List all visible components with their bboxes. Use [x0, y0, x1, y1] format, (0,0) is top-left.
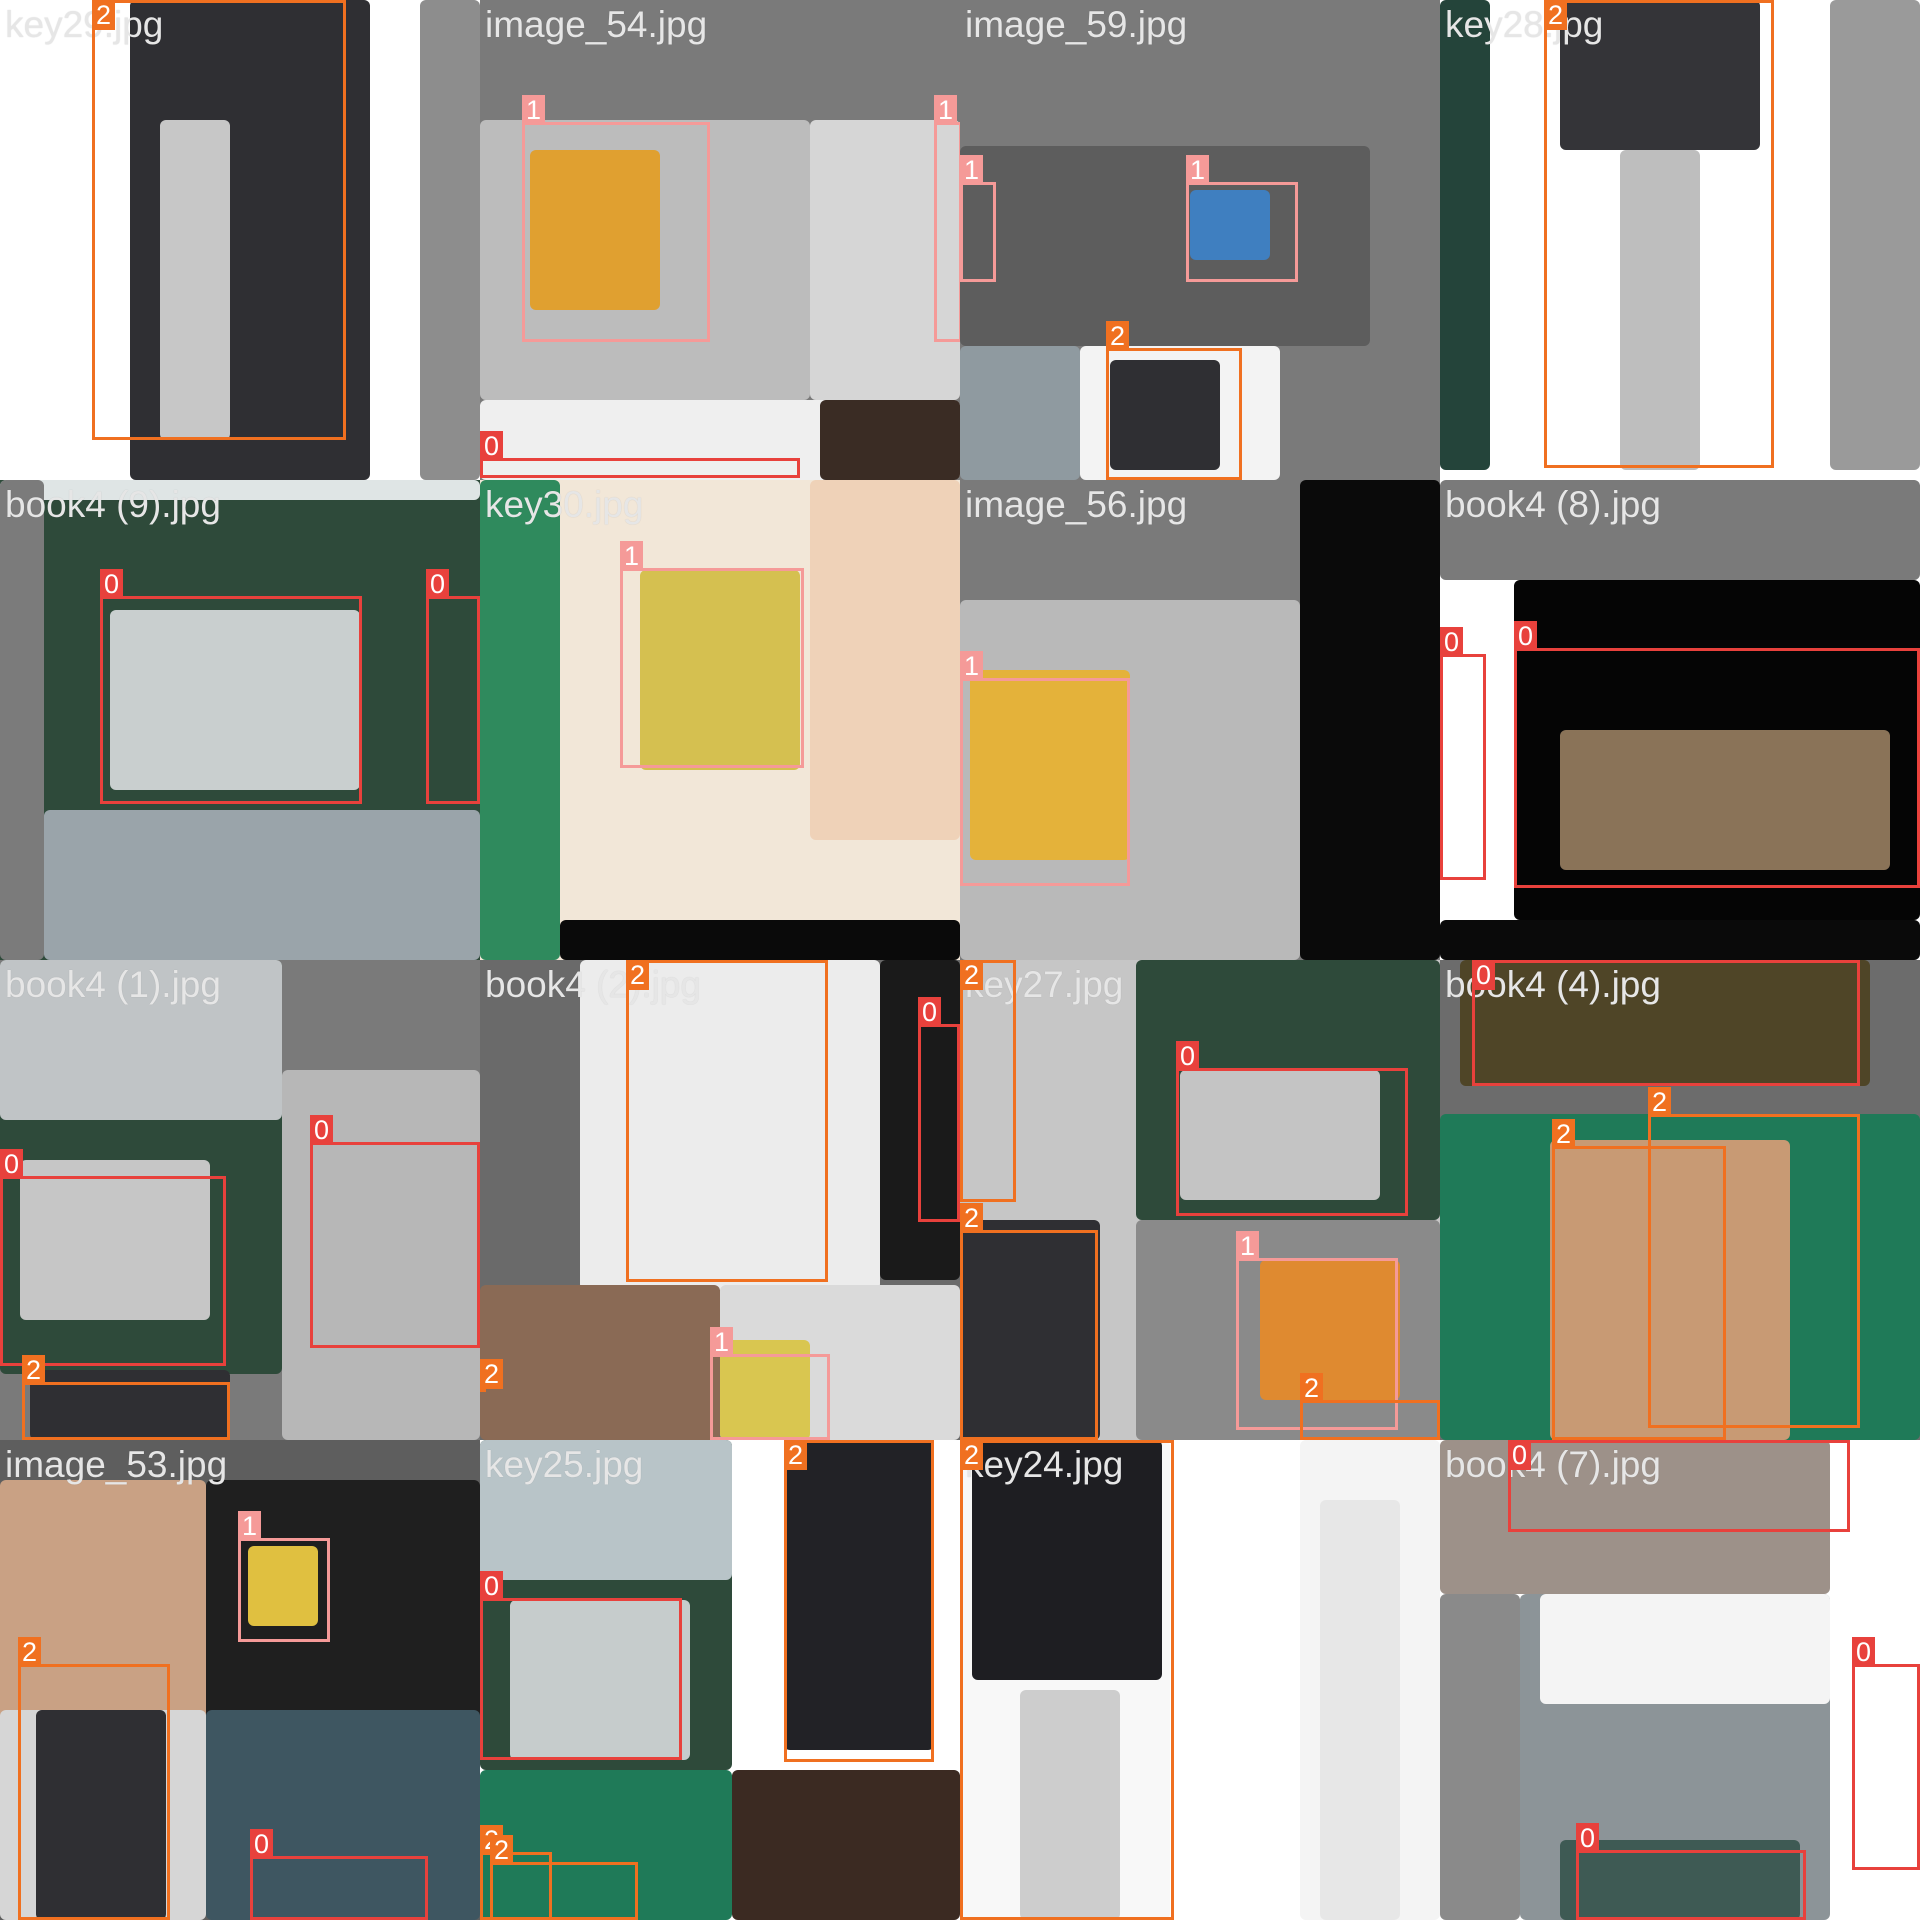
photo-region	[960, 146, 1370, 346]
mosaic-tile: book4 (7).jpg 0 0 0	[1440, 1440, 1920, 1920]
photo-region	[1020, 1690, 1120, 1920]
photo-region	[510, 1600, 690, 1760]
photo-region	[970, 670, 1130, 860]
photo-region	[810, 120, 960, 400]
tile-photo	[960, 480, 1440, 960]
mosaic-tile: key29.jpg 2	[0, 0, 480, 480]
photo-region	[1300, 480, 1440, 960]
tile-filename: book4 (1).jpg	[5, 964, 221, 1005]
photo-region	[1550, 1140, 1790, 1440]
photo-region	[1190, 190, 1270, 260]
mosaic-tile: book4 (4).jpg 0 2 2	[1440, 960, 1920, 1440]
photo-region	[480, 1285, 720, 1440]
tile-photo	[480, 0, 960, 480]
photo-region	[110, 610, 360, 790]
mosaic-tile: key28.jpg 2	[1440, 0, 1920, 480]
tile-filename: book4 (4).jpg	[1445, 964, 1661, 1005]
tile-filename: book4 (9).jpg	[5, 484, 221, 525]
photo-region	[784, 1440, 934, 1750]
mosaic-tile: book4 (1).jpg 0 0 2	[0, 960, 480, 1440]
photo-region	[1260, 1260, 1400, 1400]
photo-region	[810, 480, 960, 840]
tile-photo	[1440, 0, 1920, 480]
tile-photo	[1440, 960, 1920, 1440]
photo-region	[1540, 1594, 1830, 1704]
photo-region	[1440, 920, 1920, 960]
mosaic-tile: key27.jpg 2 0 2 1 2	[960, 960, 1440, 1440]
tile-filename: key25.jpg	[485, 1444, 644, 1485]
tile-filename: book4 (7).jpg	[1445, 1444, 1661, 1485]
tile-filename: book4 (2).jpg	[485, 964, 701, 1005]
mosaic-tile: key30.jpg 1	[480, 480, 960, 960]
photo-region	[1110, 360, 1220, 470]
photo-region	[206, 1480, 480, 1730]
photo-region	[1440, 0, 1490, 470]
tile-photo	[1440, 1440, 1920, 1920]
mosaic-tile: book4 (9).jpg 0 0	[0, 480, 480, 960]
photo-region	[20, 1160, 210, 1320]
tile-filename: key27.jpg	[965, 964, 1124, 1005]
tile-photo	[0, 1440, 480, 1920]
mosaic-tile: key24.jpg 2	[960, 1440, 1440, 1920]
photo-region	[1320, 1500, 1400, 1920]
photo-region	[1180, 1070, 1380, 1200]
tile-filename: image_53.jpg	[5, 1444, 228, 1485]
tile-photo	[960, 0, 1440, 480]
mosaic-tile: key25.jpg 2 0 2 2	[480, 1440, 960, 1920]
photo-region	[732, 1770, 960, 1920]
photo-region	[560, 920, 960, 960]
photo-region	[1830, 0, 1920, 470]
tile-photo	[0, 480, 480, 960]
mosaic-tile: image_59.jpg 1 1 2	[960, 0, 1440, 480]
tile-photo	[1440, 480, 1920, 960]
tile-filename: key29.jpg	[5, 4, 164, 45]
photo-region	[530, 150, 660, 310]
mosaic-tile: book4 (2).jpg 2 0 1 2	[480, 960, 960, 1440]
mosaic-tile: image_54.jpg 1 1 0	[480, 0, 960, 480]
photo-region	[1620, 150, 1700, 470]
tile-photo	[960, 1440, 1440, 1920]
mosaic-grid: key29.jpg 2 image_54.jpg 1 1 0 image_59.jpg 1 1 2…	[0, 0, 1920, 1920]
photo-region	[30, 1370, 230, 1440]
photo-region	[1560, 1840, 1800, 1920]
tile-filename: image_54.jpg	[485, 4, 708, 45]
mosaic-tile: image_56.jpg 1	[960, 480, 1440, 960]
photo-region	[1440, 1594, 1520, 1920]
mosaic-tile: book4 (8).jpg 0 0	[1440, 480, 1920, 960]
photo-region	[1560, 730, 1890, 870]
tile-photo	[960, 960, 1440, 1440]
photo-region	[820, 400, 960, 480]
mosaic-tile: image_53.jpg 1 2 0	[0, 1440, 480, 1920]
tile-photo	[0, 0, 480, 480]
tile-filename: key28.jpg	[1445, 4, 1604, 45]
photo-region	[0, 480, 44, 960]
photo-region	[160, 120, 230, 440]
photo-region	[480, 1770, 732, 1920]
tile-filename: book4 (8).jpg	[1445, 484, 1661, 525]
tile-photo	[0, 960, 480, 1440]
photo-region	[206, 1710, 480, 1920]
tile-photo	[480, 960, 960, 1440]
photo-region	[640, 570, 800, 770]
photo-region	[282, 1070, 480, 1440]
photo-region	[880, 960, 960, 1280]
tile-filename: image_59.jpg	[965, 4, 1188, 45]
tile-filename: key24.jpg	[965, 1444, 1124, 1485]
photo-region	[420, 0, 480, 480]
tile-photo	[480, 480, 960, 960]
photo-region	[720, 1340, 810, 1440]
photo-region	[960, 346, 1080, 480]
photo-region	[248, 1546, 318, 1626]
photo-region	[0, 1480, 206, 1730]
photo-region	[580, 960, 880, 1290]
photo-region	[44, 810, 480, 960]
tile-photo	[480, 1440, 960, 1920]
tile-filename: image_56.jpg	[965, 484, 1188, 525]
tile-filename: key30.jpg	[485, 484, 644, 525]
photo-region	[960, 1220, 1100, 1440]
photo-region	[36, 1710, 166, 1920]
photo-region	[480, 480, 560, 960]
